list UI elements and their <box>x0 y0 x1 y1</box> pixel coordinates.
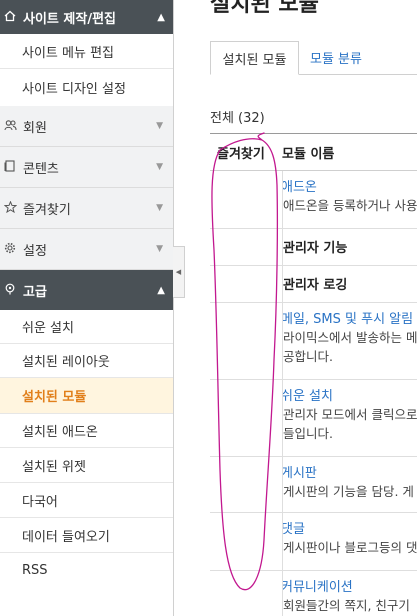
sidebar-group-label: 콘텐츠 <box>23 161 59 177</box>
caret-up-icon: ▲ <box>157 284 165 296</box>
sidebar-item-design-settings[interactable]: 사이트 디자인 설정 <box>0 69 173 106</box>
favorite-cell[interactable] <box>210 457 283 512</box>
sidebar-item-installed-layouts[interactable]: 설치된 레이아웃 <box>0 344 173 378</box>
tab-installed-modules[interactable]: 설치된 모듈 <box>210 41 299 75</box>
sidebar-item-multilingual[interactable]: 다국어 <box>0 483 173 518</box>
gear-icon <box>4 242 18 257</box>
table-row: 메일, SMS 및 푸시 알림 라이믹스에서 발송하는 메 공합니다. <box>210 303 417 380</box>
module-description: 공합니다. <box>283 349 333 364</box>
sidebar-item-menu-edit[interactable]: 사이트 메뉴 편집 <box>0 34 173 69</box>
module-table: 즐겨찾기 모듈 이름 애드온 애드온을 등록하거나 사용 관리자 기능 관리자 … <box>210 133 417 616</box>
sidebar-group-settings[interactable]: 설정 ▼ <box>0 229 173 270</box>
column-header-module-name: 모듈 이름 <box>282 146 335 162</box>
module-link[interactable]: 댓글 <box>283 521 417 538</box>
caret-down-icon: ▼ <box>156 244 163 254</box>
pin-icon <box>4 283 18 298</box>
favorite-cell[interactable] <box>210 380 283 456</box>
module-link[interactable]: 게시판 <box>283 465 414 482</box>
column-header-favorite: 즐겨찾기 <box>217 146 265 162</box>
admin-sidebar: 사이트 제작/편집 ▲ 사이트 메뉴 편집 사이트 디자인 설정 회원 ▼ 콘텐… <box>0 0 174 616</box>
star-icon <box>3 200 18 216</box>
table-header: 즐겨찾기 모듈 이름 <box>210 134 417 171</box>
module-link[interactable]: 메일, SMS 및 푸시 알림 <box>283 311 417 328</box>
module-description: 게시판의 기능을 담당. 게 <box>283 484 414 499</box>
site-submenu: 사이트 메뉴 편집 사이트 디자인 설정 <box>0 34 173 106</box>
sidebar-group-favorites[interactable]: 즐겨찾기 ▼ <box>0 188 173 229</box>
total-count: 전체 (32) <box>210 111 265 126</box>
sidebar-section-label: 고급 <box>23 284 47 300</box>
sidebar-group-label: 즐겨찾기 <box>23 202 71 218</box>
module-link[interactable]: 커뮤니케이션 <box>283 579 410 596</box>
page-title: 설치된 모듈 <box>210 0 319 17</box>
module-name: 관리자 기능 <box>283 241 348 256</box>
tab-bar: 설치된 모듈 모듈 분류 <box>210 41 417 75</box>
favorite-cell[interactable] <box>210 229 283 265</box>
caret-up-icon: ▲ <box>157 11 165 23</box>
sidebar-item-installed-addons[interactable]: 설치된 애드온 <box>0 414 173 448</box>
module-link[interactable]: 애드온 <box>283 179 417 196</box>
table-row: 커뮤니케이션 회원들간의 쪽지, 친구기 <box>210 571 417 616</box>
module-link[interactable]: 쉬운 설치 <box>283 388 417 405</box>
module-description: 라이믹스에서 발송하는 메 <box>283 330 417 345</box>
caret-left-icon: ◀ <box>175 268 182 276</box>
sidebar-item-rss[interactable]: RSS <box>0 553 173 588</box>
module-description: 들입니다. <box>283 426 333 441</box>
table-row: 쉬운 설치 관리자 모드에서 클릭으로 들입니다. <box>210 380 417 457</box>
favorite-cell[interactable] <box>210 513 283 570</box>
module-description: 게시판이나 블로그등의 댓 <box>283 540 417 555</box>
sidebar-section-advanced[interactable]: 고급 ▲ <box>0 270 173 310</box>
favorite-cell[interactable] <box>210 171 283 228</box>
users-icon <box>4 119 18 134</box>
favorite-cell[interactable] <box>210 571 283 616</box>
sidebar-item-easy-install[interactable]: 쉬운 설치 <box>0 310 173 344</box>
sidebar-section-site-design[interactable]: 사이트 제작/편집 ▲ <box>0 0 173 34</box>
favorite-cell[interactable] <box>210 303 283 379</box>
caret-down-icon: ▼ <box>156 203 163 213</box>
sidebar-item-installed-widgets[interactable]: 설치된 위젯 <box>0 448 173 483</box>
home-icon <box>4 10 18 25</box>
sidebar-collapse-handle[interactable]: ◀ <box>173 246 185 298</box>
table-row: 관리자 로깅 <box>210 266 417 303</box>
sidebar-item-data-import[interactable]: 데이터 들여오기 <box>0 518 173 553</box>
sidebar-group-label: 설정 <box>23 243 47 259</box>
module-description: 관리자 모드에서 클릭으로 <box>283 407 417 422</box>
module-description: 회원들간의 쪽지, 친구기 <box>283 598 410 613</box>
table-row: 애드온 애드온을 등록하거나 사용 <box>210 171 417 229</box>
sidebar-section-label: 사이트 제작/편집 <box>23 11 116 27</box>
module-description: 애드온을 등록하거나 사용 <box>283 198 417 213</box>
caret-down-icon: ▼ <box>156 121 163 131</box>
sidebar-item-installed-modules[interactable]: 설치된 모듈 <box>0 378 173 414</box>
main-content: 설치된 모듈 설치된 모듈 모듈 분류 전체 (32) 즐겨찾기 모듈 이름 애… <box>185 0 417 616</box>
advanced-submenu: 쉬운 설치 설치된 레이아웃 설치된 모듈 설치된 애드온 설치된 위젯 다국어… <box>0 310 173 588</box>
sidebar-group-content[interactable]: 콘텐츠 ▼ <box>0 147 173 188</box>
caret-down-icon: ▼ <box>156 162 163 172</box>
table-row: 게시판 게시판의 기능을 담당. 게 <box>210 457 417 513</box>
tab-module-categories[interactable]: 모듈 분류 <box>310 41 362 74</box>
table-row: 댓글 게시판이나 블로그등의 댓 <box>210 513 417 571</box>
module-name: 관리자 로깅 <box>283 278 348 293</box>
table-row: 관리자 기능 <box>210 229 417 266</box>
sidebar-group-label: 회원 <box>23 120 47 136</box>
document-icon <box>4 159 18 175</box>
sidebar-group-members[interactable]: 회원 ▼ <box>0 106 173 147</box>
favorite-cell[interactable] <box>210 266 283 302</box>
